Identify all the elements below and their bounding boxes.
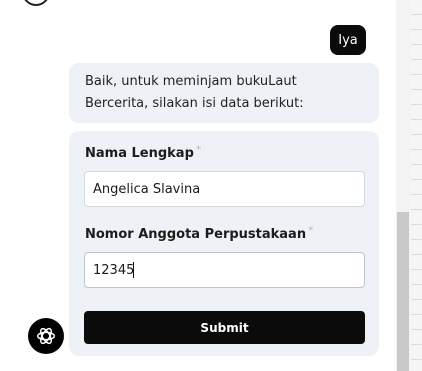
chat-window: Iya Baik, untuk meminjam bukuLaut Bercer… (0, 0, 422, 371)
bot-message-line-1: Baik, untuk meminjam bukuLaut (85, 74, 297, 89)
field-label-nomor-anggota: Nomor Anggota Perpustakaan * (85, 224, 314, 242)
form-card: Nama Lengkap* Nomor Anggota Perpustakaan… (69, 131, 379, 356)
nama-lengkap-input[interactable] (84, 171, 365, 207)
user-message-text: Iya (338, 32, 358, 48)
required-mark: * (308, 224, 314, 237)
scrollbar-thumb[interactable] (397, 212, 409, 371)
side-grid (411, 0, 422, 371)
field-label-text: Nama Lengkap (85, 146, 194, 161)
nomor-anggota-input[interactable] (84, 252, 365, 288)
field-label-nama-lengkap: Nama Lengkap * (85, 143, 201, 161)
bot-message-bubble: Baik, untuk meminjam bukuLaut Bercerita,… (69, 63, 379, 123)
chat-area: Iya Baik, untuk meminjam bukuLaut Bercer… (0, 0, 390, 371)
bot-avatar (28, 318, 64, 354)
openai-knot-icon (37, 327, 55, 345)
text-caret (133, 262, 134, 278)
user-message-bubble: Iya (330, 25, 366, 55)
bot-message-line-2: Bercerita, silakan isi data berikut: (85, 96, 304, 111)
required-mark: * (195, 143, 202, 156)
field-label-text: Nomor Anggota Perpustakaan (85, 227, 307, 242)
submit-button[interactable]: Submit (84, 311, 365, 344)
